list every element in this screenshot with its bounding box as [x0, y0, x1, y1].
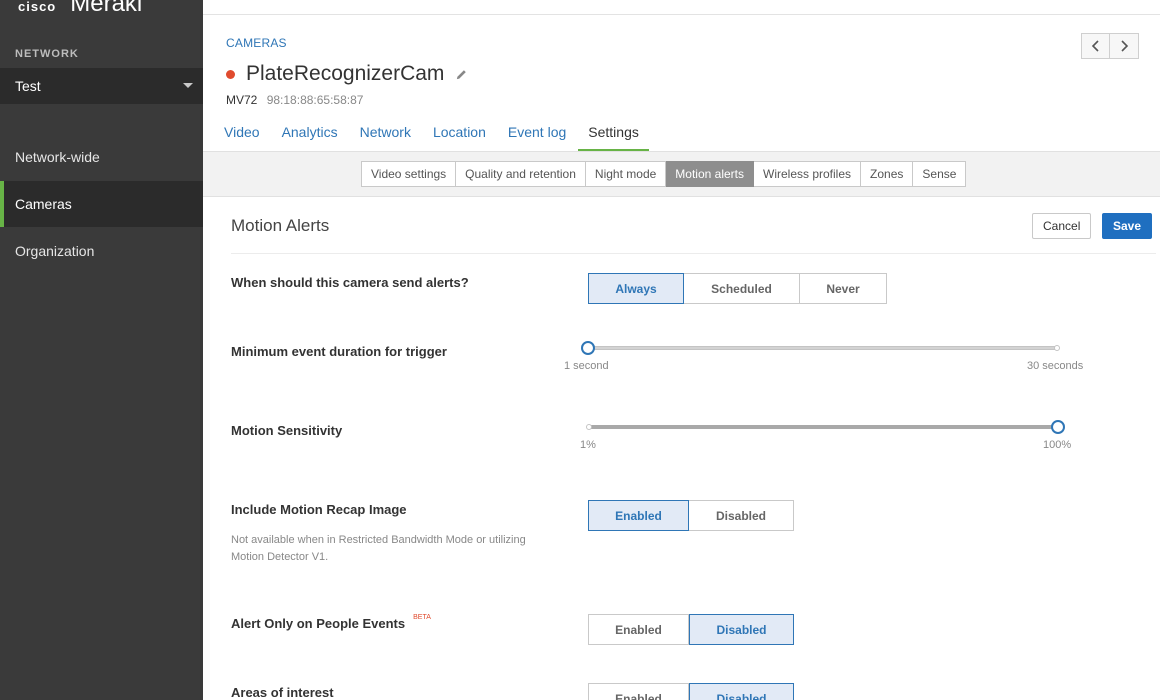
main-content: CAMERAS PlateRecognizerCam MV72 98:18:88… [203, 0, 1160, 700]
sidebar-item-organization[interactable]: Organization [0, 228, 203, 274]
slider-end-dot [1054, 345, 1060, 351]
slider-handle[interactable] [1051, 420, 1065, 434]
device-tabs: Video Analytics Network Location Event l… [224, 116, 661, 151]
slider-track [588, 346, 1058, 350]
recap-image-note: Not available when in Restricted Bandwid… [231, 534, 526, 563]
network-label: NETWORK [15, 48, 79, 60]
slider-end-dot [586, 424, 592, 430]
send-alerts-never-option[interactable]: Never [800, 273, 887, 304]
subtab-zones[interactable]: Zones [861, 161, 914, 187]
device-mac: 98:18:88:65:58:87 [266, 93, 364, 107]
slider-fill [588, 425, 1058, 429]
device-title-row: PlateRecognizerCam [226, 62, 468, 86]
page-title: PlateRecognizerCam [246, 62, 445, 85]
min-duration-label: Minimum event duration for trigger [231, 344, 447, 359]
recap-image-disabled-option[interactable]: Disabled [689, 500, 794, 531]
sensitivity-max-label: 100% [1043, 439, 1072, 451]
subtab-wireless-profiles[interactable]: Wireless profiles [754, 161, 862, 187]
sidebar-item-label: Organization [15, 243, 95, 259]
sidebar-item-cameras[interactable]: Cameras [0, 181, 203, 227]
cisco-wordmark: cisco [18, 0, 57, 14]
subtab-video-settings[interactable]: Video settings [361, 161, 457, 187]
tab-network[interactable]: Network [360, 116, 411, 151]
people-events-disabled-option[interactable]: Disabled [689, 614, 794, 645]
send-alerts-selector: Always Scheduled Never [588, 273, 887, 304]
motion-sensitivity-slider[interactable] [586, 419, 1065, 435]
meraki-logo[interactable]: cisco Meraki [18, 0, 142, 17]
sidebar: cisco Meraki NETWORK Test Network-wide C… [0, 0, 203, 700]
device-subtitle: MV72 98:18:88:65:58:87 [226, 93, 363, 107]
top-divider [203, 14, 1160, 15]
status-dot-icon [226, 69, 235, 79]
next-device-button[interactable] [1110, 33, 1139, 59]
people-events-enabled-option[interactable]: Enabled [588, 614, 689, 645]
device-pager [1081, 33, 1139, 59]
breadcrumb[interactable]: CAMERAS [226, 36, 287, 50]
motion-sensitivity-label: Motion Sensitivity [231, 423, 343, 438]
meraki-wordmark: Meraki [70, 0, 143, 17]
sensitivity-min-label: 1% [580, 439, 596, 451]
device-model: MV72 [226, 93, 258, 107]
chevron-left-icon [1091, 40, 1099, 52]
recap-image-enabled-option[interactable]: Enabled [588, 500, 689, 531]
subtab-night-mode[interactable]: Night mode [585, 161, 667, 187]
sidebar-item-label: Network-wide [15, 149, 100, 165]
areas-of-interest-selector: Enabled Disabled [588, 683, 794, 700]
section-title: Motion Alerts [231, 216, 330, 235]
people-events-label: Alert Only on People Events BETA [231, 614, 431, 631]
save-button[interactable]: Save [1102, 213, 1153, 239]
send-alerts-label: When should this camera send alerts? [231, 275, 469, 290]
send-alerts-always-option[interactable]: Always [588, 273, 684, 304]
sidebar-item-label: Cameras [15, 196, 72, 212]
recap-image-selector: Enabled Disabled [588, 500, 794, 531]
previous-device-button[interactable] [1081, 33, 1110, 59]
tab-video[interactable]: Video [224, 116, 260, 151]
cancel-button[interactable]: Cancel [1032, 213, 1092, 239]
min-duration-slider[interactable] [581, 340, 1060, 356]
people-events-selector: Enabled Disabled [588, 614, 794, 645]
subtab-motion-alerts[interactable]: Motion alerts [666, 161, 754, 187]
areas-of-interest-label: Areas of interest [231, 685, 334, 700]
network-selector[interactable]: Test [0, 68, 203, 104]
min-duration-min-label: 1 second [564, 360, 609, 372]
network-selected-value: Test [15, 78, 41, 94]
pencil-edit-icon[interactable] [455, 68, 468, 81]
tab-event-log[interactable]: Event log [508, 116, 566, 151]
settings-subtab-strip: Video settings Quality and retention Nig… [203, 151, 1160, 197]
areas-of-interest-disabled-option[interactable]: Disabled [689, 683, 794, 700]
sidebar-item-network-wide[interactable]: Network-wide [0, 134, 203, 180]
min-duration-max-label: 30 seconds [1027, 360, 1084, 372]
beta-badge: BETA [413, 614, 431, 621]
areas-of-interest-enabled-option[interactable]: Enabled [588, 683, 689, 700]
subtab-quality-and-retention[interactable]: Quality and retention [456, 161, 586, 187]
tab-settings[interactable]: Settings [578, 116, 649, 151]
caret-down-icon [183, 83, 193, 88]
send-alerts-scheduled-option[interactable]: Scheduled [684, 273, 800, 304]
slider-handle[interactable] [581, 341, 595, 355]
settings-subtabs: Video settings Quality and retention Nig… [361, 161, 967, 187]
subtab-sense[interactable]: Sense [913, 161, 967, 187]
tab-location[interactable]: Location [433, 116, 486, 151]
section-divider [231, 253, 1156, 254]
chevron-right-icon [1121, 40, 1129, 52]
recap-image-label: Include Motion Recap Image [231, 502, 407, 517]
tab-analytics[interactable]: Analytics [282, 116, 338, 151]
people-events-label-text: Alert Only on People Events [231, 616, 406, 631]
